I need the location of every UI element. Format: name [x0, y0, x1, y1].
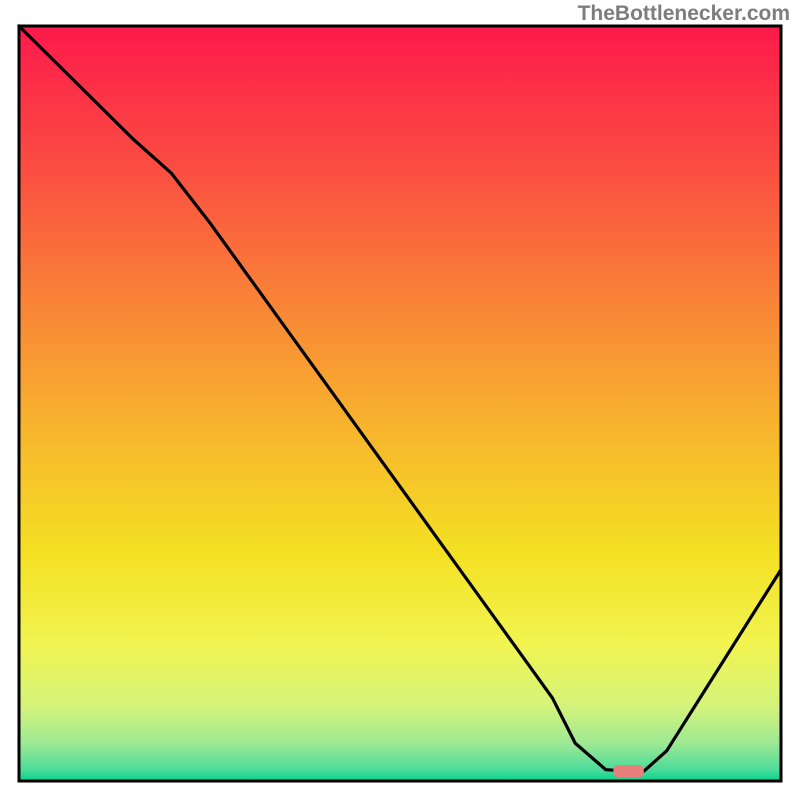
attribution-text: TheBottlenecker.com: [578, 2, 790, 25]
optimal-marker: [613, 765, 643, 777]
bottleneck-chart: TheBottlenecker.com: [0, 0, 800, 800]
